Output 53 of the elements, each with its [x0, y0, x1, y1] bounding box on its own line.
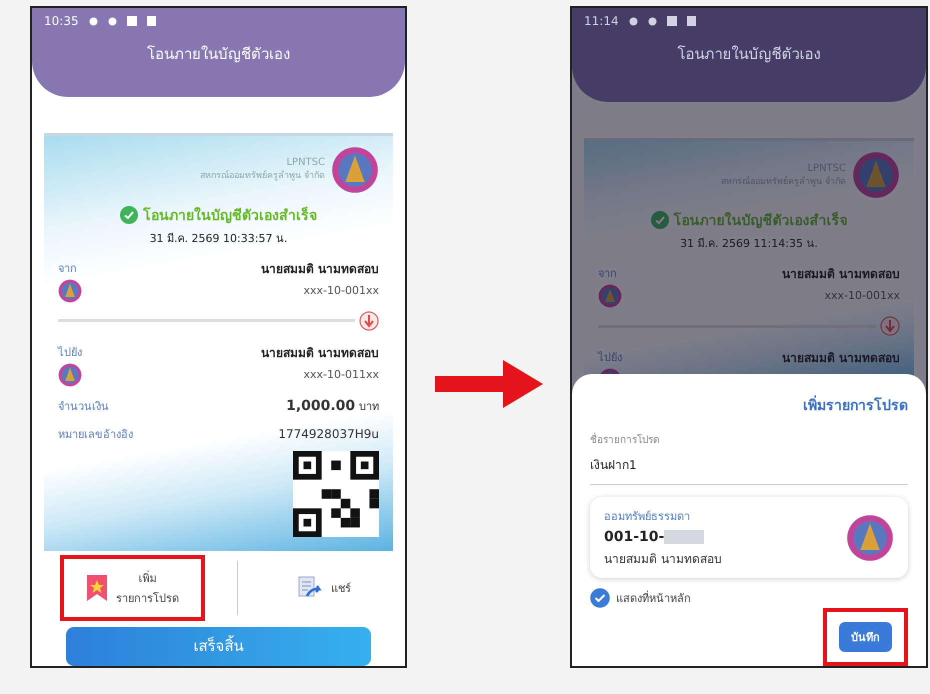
account-number: xxx-10-011xx: [304, 368, 379, 381]
account-holder-name: นายสมมติ นามทดสอบ: [782, 350, 900, 367]
emblem-logo: [846, 514, 894, 562]
reference-number: 1774928037H9u: [278, 426, 379, 441]
party-label: ไปยัง: [598, 350, 622, 366]
checkbox-label: แสดงที่หน้าหลัก: [616, 590, 691, 607]
emblem-logo: [58, 278, 82, 303]
transfer-datetime: 31 มี.ค. 2569 11:14:35 น.: [679, 236, 819, 252]
account-holder-name: นายสมมติ นามทดสอบ: [260, 260, 379, 278]
reference-label: หมายเลขอ้างอิง: [58, 426, 133, 443]
party-label: จาก: [58, 260, 78, 277]
image-icon: [126, 16, 137, 26]
status-time: 10:35: [44, 14, 79, 28]
amount-label: จำนวนเงิน: [58, 398, 109, 415]
success-message: โอนภายในบัญชีตัวเองสำเร็จ: [143, 206, 317, 226]
account-holder-name: นายสมมติ นามทดสอบ: [260, 344, 379, 362]
account-type: ออมทรัพย์ธรรมดา: [604, 509, 691, 525]
account-holder-name: นายสมมติ นามทดสอบ: [782, 266, 900, 283]
status-time: 11:14: [584, 14, 619, 28]
emblem-logo: [331, 146, 379, 194]
success-message: โอนภายในบัญชีตัวเองสำเร็จ: [674, 210, 848, 231]
org-code: LPNTSC: [286, 157, 325, 168]
account-number: 001-10-: [604, 529, 664, 545]
account-holder-name: นายสมมติ นามทดสอบ: [604, 551, 722, 568]
transfer-datetime: 31 มี.ค. 2569 10:33:57 น.: [148, 230, 288, 247]
redaction-block: [664, 530, 704, 544]
square-icon: [686, 16, 696, 26]
bookmark-star-icon: [86, 574, 108, 602]
sheet-title: เพิ่มรายการโปรด: [803, 394, 908, 416]
notification-dot-icon: [648, 16, 657, 26]
save-button[interactable]: บันทึก: [839, 622, 892, 652]
party-label: ไปยัง: [58, 344, 82, 361]
favorite-name-field[interactable]: ชื่อรายการโปรด เงินฝาก1: [590, 432, 908, 485]
square-icon: [146, 16, 156, 26]
account-number: xxx-10-001xx: [304, 284, 379, 297]
emblem-logo: [58, 362, 82, 387]
checkbox[interactable]: [590, 588, 610, 608]
add-favorite-button[interactable]: เพิ่ม รายการโปรด: [60, 554, 206, 621]
screen-title: โอนภายในบัญชีตัวเอง: [676, 44, 822, 65]
check-circle-icon: [120, 206, 138, 224]
check-circle-icon: [650, 211, 668, 229]
party-label: จาก: [598, 266, 618, 282]
emblem-logo: [598, 284, 622, 308]
account-number: xxx-10-001xx: [824, 289, 900, 302]
emblem-logo: [852, 151, 900, 199]
org-name: สหกรณ์ออมทรัพย์ครูลำพูน จำกัด: [200, 169, 325, 182]
currency-unit: บาท: [359, 400, 379, 413]
amount-value: 1,000.00: [286, 398, 356, 414]
screen-title: โอนภายในบัญชีตัวเอง: [146, 44, 291, 65]
image-icon: [666, 16, 677, 26]
notification-dot-icon: [628, 16, 638, 26]
notification-dot-icon: [88, 16, 98, 26]
notification-dot-icon: [108, 16, 117, 26]
